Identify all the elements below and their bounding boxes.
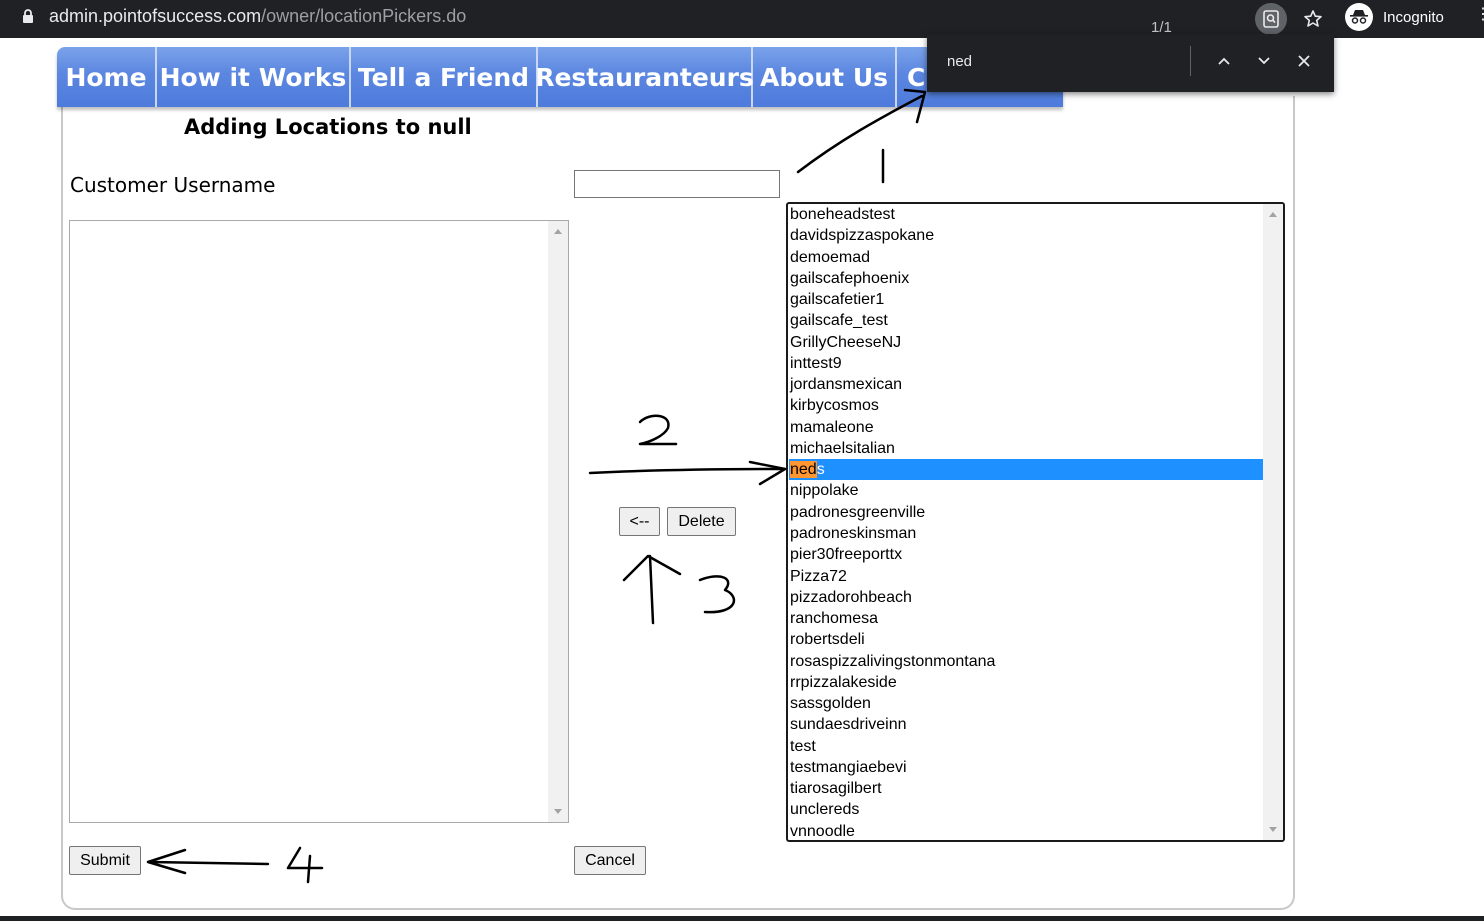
list-item[interactable]: mamaleone (789, 417, 1265, 438)
url-host: admin.pointofsuccess.com (49, 6, 262, 26)
list-item[interactable]: Pizza72 (789, 566, 1265, 587)
find-in-page-button[interactable] (1255, 3, 1287, 35)
cancel-button[interactable]: Cancel (574, 846, 646, 875)
scroll-down-icon[interactable] (1269, 827, 1277, 832)
customer-username-input[interactable] (574, 170, 780, 198)
list-item[interactable]: robertsdeli (789, 629, 1265, 650)
list-item[interactable]: michaelsitalian (789, 438, 1265, 459)
incognito-indicator[interactable]: Incognito (1345, 2, 1444, 32)
incognito-icon (1345, 3, 1373, 31)
move-left-button[interactable]: <-- (619, 507, 660, 536)
list-item[interactable]: vnnoodle (789, 821, 1265, 840)
list-item[interactable]: padronesgreenville (789, 502, 1265, 523)
scroll-down-icon[interactable] (554, 809, 562, 814)
customer-username-label: Customer Username (70, 173, 276, 197)
list-item[interactable]: boneheadstest (789, 204, 1265, 225)
list-item[interactable]: sassgolden (789, 693, 1265, 714)
list-item[interactable]: pier30freeporttx (789, 544, 1265, 565)
nav-about-us[interactable]: About Us (753, 47, 897, 107)
available-locations-list[interactable]: boneheadstest davidspizzaspokane demoemad g… (786, 202, 1285, 842)
menu-icon[interactable]: ⋮ (1475, 4, 1484, 28)
list-item[interactable]: sundaesdriveinn (789, 714, 1265, 735)
submit-button[interactable]: Submit (69, 846, 141, 875)
list-item[interactable]: tiarosagilbert (789, 778, 1265, 799)
list-item[interactable]: test (789, 736, 1265, 757)
list-item[interactable]: inttest9 (789, 353, 1265, 374)
find-input[interactable]: ned (947, 53, 972, 70)
address-bar[interactable]: admin.pointofsuccess.com/owner/locationP… (49, 5, 466, 27)
list-item[interactable]: nippolake (789, 480, 1265, 501)
main-nav: Home How it Works Tell a Friend Restaura… (57, 47, 1063, 107)
find-close-button[interactable] (1293, 50, 1315, 72)
delete-button[interactable]: Delete (667, 507, 736, 536)
scrollbar[interactable] (548, 221, 568, 822)
list-item[interactable]: ranchomesa (789, 608, 1265, 629)
nav-how-it-works[interactable]: How it Works (157, 47, 351, 107)
list-item[interactable]: GrillyCheeseNJ (789, 332, 1265, 353)
find-page-icon (1263, 10, 1279, 28)
list-item[interactable]: gailscafe_test (789, 310, 1265, 331)
incognito-label: Incognito (1383, 8, 1444, 26)
scroll-up-icon[interactable] (1269, 212, 1277, 217)
assigned-locations-list[interactable] (69, 220, 569, 823)
list-item[interactable]: davidspizzaspokane (789, 225, 1265, 246)
find-next-button[interactable] (1253, 50, 1275, 72)
list-item[interactable]: rrpizzalakeside (789, 672, 1265, 693)
list-item[interactable]: testmangiaebevi (789, 757, 1265, 778)
browser-toolbar: admin.pointofsuccess.com/owner/locationP… (0, 0, 1484, 38)
list-item[interactable]: rosaspizzalivingstonmontana (789, 651, 1265, 672)
find-previous-button[interactable] (1213, 50, 1235, 72)
scrollbar[interactable] (1263, 204, 1283, 840)
find-match-count: 1/1 (1151, 19, 1172, 36)
nav-restauranteurs[interactable]: Restauranteurs (535, 47, 754, 107)
star-icon (1304, 10, 1322, 27)
taskbar-edge (0, 916, 1484, 921)
list-item[interactable]: gailscafephoenix (789, 268, 1265, 289)
lock-icon (23, 9, 33, 23)
url-path: /owner/locationPickers.do (261, 6, 467, 26)
list-item[interactable]: kirbycosmos (789, 395, 1265, 416)
list-item[interactable]: pizzadorohbeach (789, 587, 1265, 608)
find-match-highlight: ned (790, 461, 817, 479)
list-item[interactable]: padroneskinsman (789, 523, 1265, 544)
nav-home[interactable]: Home (57, 47, 157, 107)
scroll-up-icon[interactable] (554, 229, 562, 234)
list-item[interactable]: jordansmexican (789, 374, 1265, 395)
bookmark-star-button[interactable] (1297, 3, 1329, 35)
page-title: Adding Locations to null (184, 115, 472, 139)
list-item[interactable]: demoemad (789, 247, 1265, 268)
list-item-rest: s (816, 461, 825, 479)
nav-tell-a-friend[interactable]: Tell a Friend (351, 47, 538, 107)
list-item[interactable]: neds (789, 459, 1265, 481)
close-icon (1298, 55, 1310, 67)
chevron-down-icon (1258, 57, 1270, 65)
list-item[interactable]: unclereds (789, 799, 1265, 820)
chevron-up-icon (1218, 57, 1230, 65)
find-divider (1190, 46, 1191, 76)
list-item[interactable]: gailscafetier1 (789, 289, 1265, 310)
